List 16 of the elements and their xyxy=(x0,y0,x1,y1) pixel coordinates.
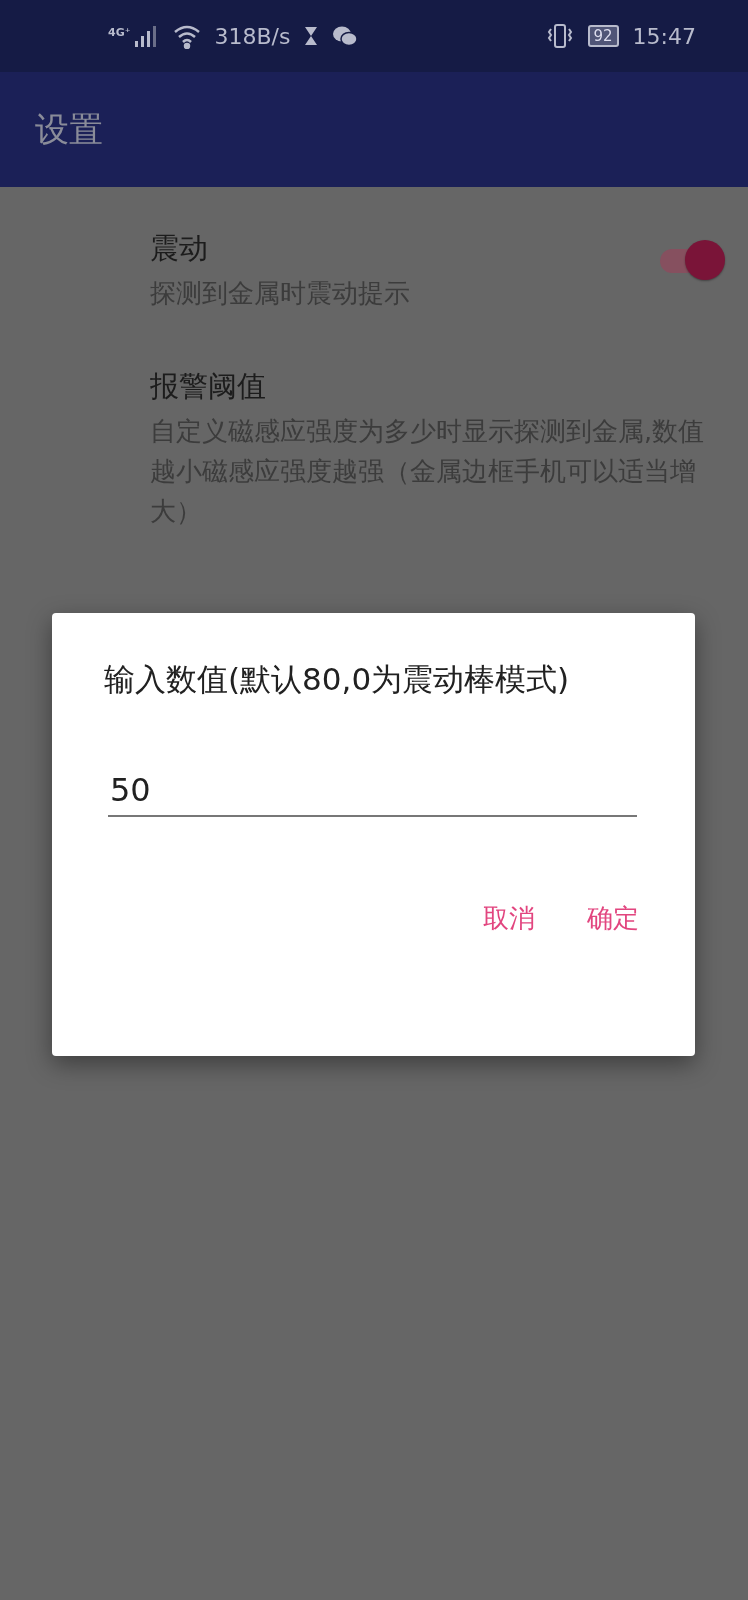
input-field[interactable]: 50 xyxy=(108,771,637,817)
clock: 15:47 xyxy=(632,23,696,49)
wifi-icon xyxy=(172,23,201,49)
hourglass-icon xyxy=(304,26,319,46)
app-title: 设置 xyxy=(35,107,103,151)
dialog-button[interactable]: 取消 xyxy=(477,893,541,944)
network-speed: 318B/s xyxy=(214,23,291,49)
dialog-title: 输入数值(默认80,0为震动棒模式) xyxy=(104,660,571,699)
setting-title: 报警阈值 xyxy=(150,368,267,405)
chat-bubbles-icon xyxy=(332,25,359,47)
vibrate-icon xyxy=(545,23,574,49)
network-type: 4G⁺ xyxy=(108,26,131,39)
battery-level: 92 xyxy=(587,25,619,47)
setting-title: 震动 xyxy=(150,230,209,267)
dialog-button[interactable]: 确定 xyxy=(581,893,645,944)
signal-icon xyxy=(132,23,159,49)
